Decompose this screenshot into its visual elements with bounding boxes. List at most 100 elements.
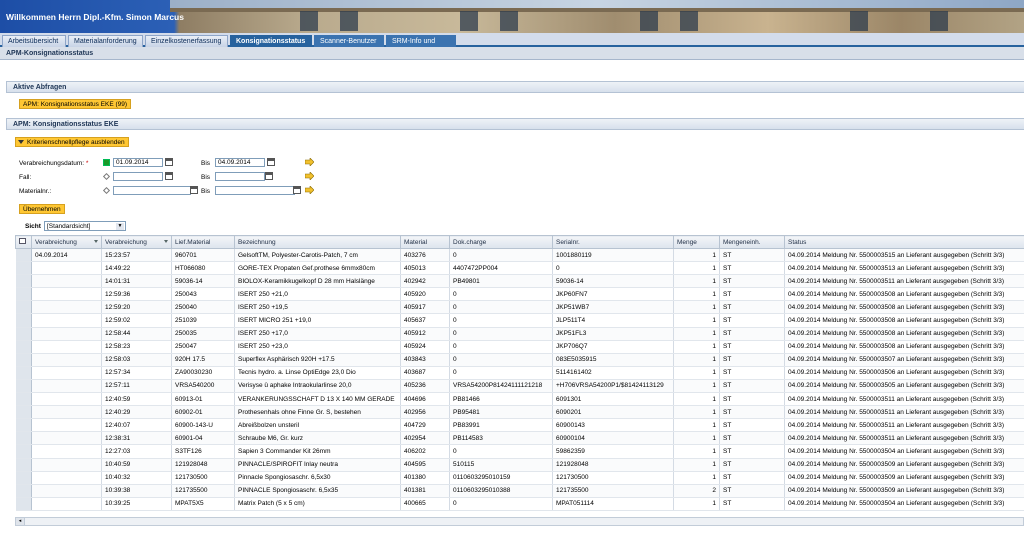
- table-row[interactable]: 12:58:03 920H 17.5 Superflex Asphärisch 92…: [15, 353, 1024, 367]
- material-from-field[interactable]: [113, 186, 191, 195]
- table-row[interactable]: 12:59:36 250043 ISERT 250 +21,0 405920 0 JKP6…: [15, 287, 1024, 302]
- table-row[interactable]: 12:40:07 60900-143-U Abreißbolzen unsteril…: [15, 418, 1024, 433]
- col-header[interactable]: Menge: [673, 235, 720, 249]
- row-selector[interactable]: [15, 327, 32, 341]
- view-select[interactable]: [Standardsicht] ▼: [44, 221, 126, 231]
- table-cell: 5114161402: [552, 366, 674, 380]
- table-cell: 04.09.2014 Meldung Nr. 5500003504 an Lie…: [784, 497, 1024, 511]
- col-header[interactable]: Status: [784, 235, 1024, 249]
- tab-einzelkostenerfassung[interactable]: Einzelkostenerfassung: [145, 35, 228, 47]
- col-header[interactable]: Bezeichnung: [234, 235, 401, 249]
- filter-icon[interactable]: [164, 240, 168, 243]
- calendar-icon[interactable]: [267, 158, 275, 166]
- table-cell: 59862359: [552, 444, 674, 459]
- table-cell: 60900-143-U: [171, 418, 235, 433]
- table-row[interactable]: 12:38:31 60901-04 Schraube M6, Gr. kurz 402…: [15, 431, 1024, 446]
- col-header[interactable]: Dok.charge: [449, 235, 553, 249]
- table-cell: 12:59:02: [101, 313, 172, 328]
- row-selector[interactable]: [15, 484, 32, 498]
- table-row[interactable]: 12:40:59 60913-01 VERANKERUNGSSCHAFT D 13 …: [15, 392, 1024, 407]
- cell-date: [31, 418, 102, 433]
- table-row[interactable]: 12:59:20 250040 ISERT 250 +19,5 405917 0 JKP5…: [15, 300, 1024, 315]
- table-cell: 12:58:44: [101, 327, 172, 341]
- row-selector[interactable]: [15, 471, 32, 485]
- table-cell: GelsoftTM, Polyester-Carotis-Patch, 7 cm: [234, 248, 401, 263]
- date-from-field[interactable]: 01.09.2014: [113, 158, 163, 167]
- col-header[interactable]: Lief.Material: [171, 235, 235, 249]
- table-row[interactable]: 14:01:31 59036-14 BIOLOX-Keramikkugelkopf …: [15, 274, 1024, 289]
- table-row[interactable]: 12:27:03 S3TF126 Sapien 3 Commander Kit 26…: [15, 444, 1024, 459]
- tab-arbeitsuebersicht[interactable]: Arbeitsübersicht: [2, 35, 66, 47]
- value-help-icon[interactable]: [165, 172, 173, 180]
- selection-option-icon[interactable]: [102, 186, 111, 195]
- row-selector[interactable]: [15, 458, 32, 472]
- row-selector[interactable]: [15, 287, 32, 302]
- col-header[interactable]: Serialnr.: [552, 235, 674, 249]
- table-row[interactable]: 12:57:11 VRSA540200 Verisyse û aphake Intr…: [15, 379, 1024, 394]
- filter-icon[interactable]: [94, 240, 98, 243]
- table-cell: 0: [449, 287, 553, 302]
- table-cell: 60902-01: [171, 405, 235, 420]
- scroll-left-icon[interactable]: ◂: [16, 518, 25, 525]
- row-selector[interactable]: [15, 353, 32, 367]
- table-row[interactable]: 10:39:38 121735500 PINNACLE Spongiosaschr.…: [15, 484, 1024, 498]
- row-selector[interactable]: [15, 300, 32, 315]
- tab-scanner-benutzer[interactable]: Scanner-Benutzer: [314, 35, 384, 47]
- row-selector[interactable]: [15, 366, 32, 380]
- selection-option-icon[interactable]: [103, 159, 110, 166]
- row-selector[interactable]: [15, 340, 32, 354]
- table-row[interactable]: 12:59:02 251039 ISERT MICRO 251 +19,0 40563…: [15, 313, 1024, 328]
- tab-konsignationsstatus[interactable]: Konsignationsstatus: [230, 35, 312, 47]
- table-row[interactable]: 14:49:22 HT066080 GORE-TEX Propaten Gef.pr…: [15, 261, 1024, 276]
- row-selector[interactable]: [15, 431, 32, 446]
- active-query-link[interactable]: APM: Konsignationsstatus EKE (99): [19, 99, 132, 109]
- multiple-selection-arrow-icon[interactable]: [305, 172, 314, 180]
- fall-from-field[interactable]: [113, 172, 163, 181]
- table-row[interactable]: 12:58:44 250035 ISERT 250 +17,0 405912 0 JKP5…: [15, 327, 1024, 341]
- tab-materialanforderung[interactable]: Materialanforderung: [68, 35, 143, 47]
- selection-option-icon[interactable]: [102, 172, 111, 181]
- table-cell: ST: [719, 458, 785, 472]
- calendar-icon[interactable]: [165, 158, 173, 166]
- row-selector[interactable]: [15, 418, 32, 433]
- material-to-field[interactable]: [215, 186, 295, 195]
- table-row[interactable]: 12:57:34 ZA90030230 Tecnis hydro. a. Linse…: [15, 366, 1024, 380]
- row-selector[interactable]: [15, 379, 32, 394]
- col-header[interactable]: Verabreichung: [31, 235, 102, 249]
- value-help-icon[interactable]: [190, 186, 198, 194]
- value-help-icon[interactable]: [293, 186, 301, 194]
- row-selector[interactable]: [15, 392, 32, 407]
- row-selector[interactable]: [15, 261, 32, 276]
- table-row[interactable]: 12:58:23 250047 ISERT 250 +23,0 405924 0 JKP7…: [15, 340, 1024, 354]
- col-header[interactable]: Mengeneinh.: [719, 235, 785, 249]
- table-cell: 12:57:11: [101, 379, 172, 394]
- date-to-field[interactable]: 04.09.2014: [215, 158, 265, 167]
- table-cell: 402942: [400, 274, 450, 289]
- multiple-selection-arrow-icon[interactable]: [305, 186, 314, 194]
- table-cell: 04.09.2014 Meldung Nr. 5500003508 an Lie…: [784, 340, 1024, 354]
- row-selector[interactable]: [15, 497, 32, 511]
- horizontal-scrollbar[interactable]: ◂: [15, 517, 1024, 526]
- apply-button[interactable]: Übernehmen: [19, 204, 65, 214]
- table-cell: 510115: [449, 458, 553, 472]
- table-row[interactable]: 04.09.2014 15:23:57 960701 GelsoftTM, Polye…: [15, 248, 1024, 263]
- row-selector[interactable]: [15, 405, 32, 420]
- toggle-criteria-button[interactable]: Kriterienschnellpflege ausblenden: [15, 137, 129, 147]
- table-row[interactable]: 10:40:32 121730500 Pinnacle Spongiosaschr.…: [15, 471, 1024, 485]
- fall-to-field[interactable]: [215, 172, 265, 181]
- row-selector[interactable]: [15, 248, 32, 263]
- table-cell: 403687: [400, 366, 450, 380]
- row-selector[interactable]: [15, 313, 32, 328]
- date-label-text: Verabreichungsdatum:: [19, 160, 85, 167]
- table-row[interactable]: 10:39:25 MPAT5X5 Matrix Patch (5 x 5 cm) 40…: [15, 497, 1024, 511]
- col-header[interactable]: Material: [400, 235, 450, 249]
- row-selector[interactable]: [15, 274, 32, 289]
- col-header[interactable]: Verabreichung: [101, 235, 172, 249]
- row-selector[interactable]: [15, 444, 32, 459]
- grid-settings-icon[interactable]: [15, 235, 32, 249]
- table-row[interactable]: 10:40:59 121928048 PINNACLE/SPIROFIT Inlay…: [15, 458, 1024, 472]
- value-help-icon[interactable]: [265, 172, 273, 180]
- tab-srm-info[interactable]: SRM-Info und Hilfe: [386, 35, 456, 56]
- table-row[interactable]: 12:40:29 60902-01 Prothesenhals ohne Finne…: [15, 405, 1024, 420]
- multiple-selection-arrow-icon[interactable]: [305, 158, 314, 166]
